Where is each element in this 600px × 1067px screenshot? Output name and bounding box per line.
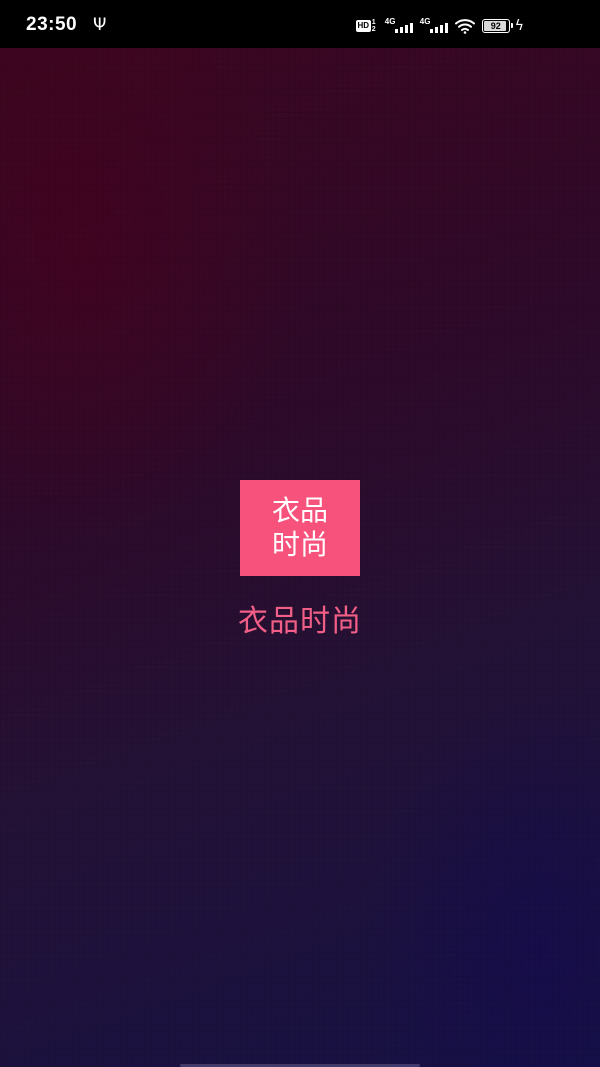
usb-icon: Ψ — [93, 15, 107, 35]
status-bar: 23:50 Ψ HD 1 2 4G 4G 92 ϟ — [0, 0, 600, 48]
app-name: 衣品时尚 — [238, 604, 362, 639]
status-icons: HD 1 2 4G 4G 92 ϟ — [355, 16, 524, 36]
hd-icon: HD 1 2 — [355, 19, 378, 33]
splash-screen: 23:50 Ψ HD 1 2 4G 4G 92 ϟ 衣品 时尚 衣品时尚 — [0, 0, 600, 1067]
battery-level: 92 — [490, 21, 501, 31]
wifi-icon — [454, 19, 475, 34]
app-logo: 衣品 时尚 — [240, 480, 360, 576]
battery-icon: 92 — [481, 19, 513, 33]
hd-label: HD — [355, 20, 371, 32]
logo-text-line-1: 衣品 — [271, 494, 328, 527]
signal-bars — [394, 23, 413, 33]
hd-sub-bottom: 2 — [371, 26, 376, 33]
status-time: 23:50 — [26, 14, 78, 35]
signal-4g-icon: 4G — [420, 17, 448, 35]
signal-4g-icon: 4G — [385, 17, 413, 35]
logo-text-line-2: 时尚 — [271, 528, 328, 561]
hd-sub-top: 1 — [371, 19, 376, 26]
charging-icon: ϟ — [514, 18, 524, 34]
signal-bars — [429, 23, 448, 33]
